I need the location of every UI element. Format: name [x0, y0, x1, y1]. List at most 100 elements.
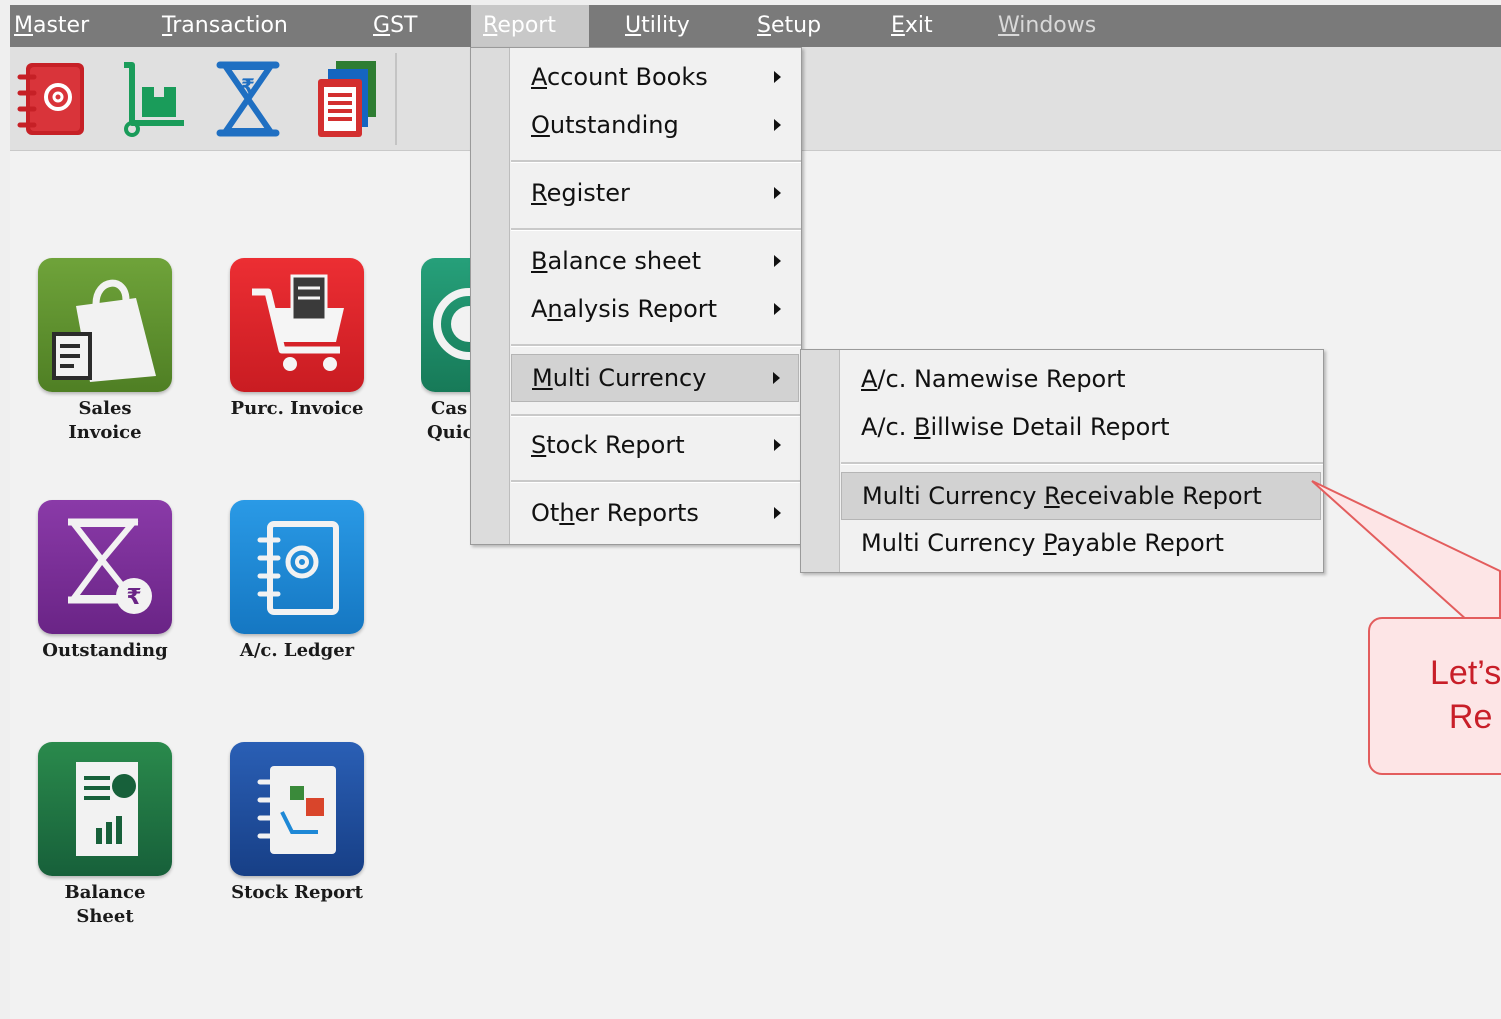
item-accel: M [532, 364, 553, 392]
item-post: ccount Books [547, 63, 708, 91]
tile-sales-invoice[interactable]: Sales Invoice [15, 258, 195, 445]
callout-box: Let’s Re [1368, 617, 1501, 775]
menu-item-analysis-report[interactable]: Analysis Report [511, 286, 799, 332]
menu-item-multi-currency-receivable-report[interactable]: Multi Currency Receivable Report [841, 472, 1321, 520]
tile-stock-report[interactable]: Stock Report [207, 742, 387, 905]
menu-gutter [801, 350, 840, 572]
menu-transaction[interactable]: Transaction [162, 5, 288, 47]
tile-outstanding[interactable]: ₹ Outstanding [15, 500, 195, 663]
item-pre: A [531, 295, 548, 323]
tile-label: Sales [78, 398, 132, 419]
application-window: Master Transaction GST Report Utility Se… [10, 5, 1501, 1019]
menu-divider [511, 344, 801, 347]
menu-transaction-rest: ransaction [172, 13, 288, 38]
menu-master-accel: M [14, 13, 33, 38]
item-accel: B [531, 247, 548, 275]
menu-windows-accel: W [998, 13, 1020, 38]
hourglass-rupee-icon[interactable]: ₹ [212, 59, 284, 139]
menu-divider [511, 160, 801, 163]
item-pre: A/c. [861, 413, 914, 441]
menu-report-accel: R [483, 13, 498, 38]
menu-item-other-reports[interactable]: Other Reports [511, 490, 799, 536]
tile-label: Invoice [68, 422, 142, 443]
tile-label: Stock Report [231, 882, 363, 903]
menu-transaction-accel: T [162, 13, 173, 38]
item-pre: Ot [531, 499, 560, 527]
tile-purc-invoice[interactable]: Purc. Invoice [207, 258, 387, 421]
menu-gutter [471, 48, 510, 544]
item-post: illwise Detail Report [930, 413, 1170, 441]
hourglass-icon: ₹ [38, 500, 172, 634]
menu-setup-accel: S [757, 13, 771, 38]
tile-label: Sheet [76, 906, 134, 927]
menu-setup[interactable]: Setup [757, 5, 821, 47]
tile-label: Outstanding [42, 640, 168, 661]
item-post: eceivable Report [1059, 482, 1262, 510]
tile-ac-ledger[interactable]: A/c. Ledger [207, 500, 387, 663]
menu-item-ac-namewise-report[interactable]: A/c. Namewise Report [841, 356, 1321, 402]
submenu-arrow-icon [774, 507, 781, 519]
menu-divider [841, 462, 1323, 465]
item-post: ulti Currency [552, 364, 707, 392]
menu-item-balance-sheet[interactable]: Balance sheet [511, 238, 799, 284]
menu-gst-accel: G [373, 13, 391, 38]
menu-windows-rest: indows [1019, 13, 1097, 38]
submenu-arrow-icon [774, 71, 781, 83]
svg-text:₹: ₹ [241, 74, 255, 98]
menu-gst-rest: ST [390, 13, 418, 38]
report-stack-icon[interactable] [310, 59, 382, 139]
item-accel: O [531, 111, 550, 139]
item-post: utstanding [549, 111, 679, 139]
menu-setup-rest: etup [770, 13, 822, 38]
svg-text:₹: ₹ [126, 585, 141, 610]
tile-label: Quic [427, 422, 471, 443]
submenu-arrow-icon [774, 255, 781, 267]
menu-item-multi-currency-payable-report[interactable]: Multi Currency Payable Report [841, 520, 1321, 566]
submenu-arrow-icon [774, 439, 781, 451]
cart-icon [230, 258, 364, 392]
menu-bar: Master Transaction GST Report Utility Se… [10, 5, 1501, 47]
item-accel: A [861, 365, 878, 393]
stock-trolley-icon[interactable] [118, 59, 190, 139]
menu-utility-accel: U [625, 13, 642, 38]
menu-utility[interactable]: Utility [625, 5, 690, 47]
item-post: er Reports [574, 499, 699, 527]
tile-label: Balance [64, 882, 146, 903]
cash-icon [421, 258, 471, 392]
tile-balance-sheet[interactable]: Balance Sheet [15, 742, 195, 929]
menu-report-rest: eport [497, 13, 556, 38]
contacts-book-icon[interactable] [16, 59, 88, 139]
menu-item-multi-currency[interactable]: Multi Currency [511, 354, 799, 402]
menu-report[interactable]: Report [471, 5, 589, 47]
callout-pointer [1311, 480, 1501, 622]
menu-exit[interactable]: Exit [891, 5, 933, 47]
menu-item-account-books[interactable]: Account Books [511, 54, 799, 100]
menu-divider [511, 414, 801, 417]
item-accel: R [531, 179, 547, 207]
menu-item-stock-report[interactable]: Stock Report [511, 422, 799, 468]
report-menu: Account Books Outstanding Register Balan… [470, 47, 802, 545]
menu-master[interactable]: Master [14, 5, 89, 47]
balance-sheet-icon [38, 742, 172, 876]
menu-exit-rest: xit [904, 13, 933, 38]
tile-label: A/c. Ledger [239, 640, 355, 661]
submenu-arrow-icon [774, 119, 781, 131]
ledger-icon [230, 500, 364, 634]
item-pre: Multi Currency [862, 482, 1045, 510]
tile-cash-quick-clip: Cas Quic [421, 258, 471, 458]
menu-item-outstanding[interactable]: Outstanding [511, 102, 799, 148]
submenu-arrow-icon [773, 372, 780, 384]
menu-windows[interactable]: Windows [998, 5, 1096, 47]
item-accel: P [1043, 529, 1057, 557]
item-post: /c. Namewise Report [877, 365, 1126, 393]
menu-divider [511, 480, 801, 483]
item-accel: B [913, 413, 931, 441]
tile-cash-quick[interactable]: Cas Quic [421, 258, 471, 445]
menu-gst[interactable]: GST [373, 5, 417, 47]
callout-text: Let’s Re [1430, 654, 1501, 736]
menu-item-register[interactable]: Register [511, 170, 799, 216]
item-post: alysis Report [562, 295, 718, 323]
item-accel: S [531, 431, 547, 459]
item-accel: h [559, 499, 575, 527]
menu-item-ac-billwise-detail-report[interactable]: A/c. Billwise Detail Report [841, 404, 1321, 450]
